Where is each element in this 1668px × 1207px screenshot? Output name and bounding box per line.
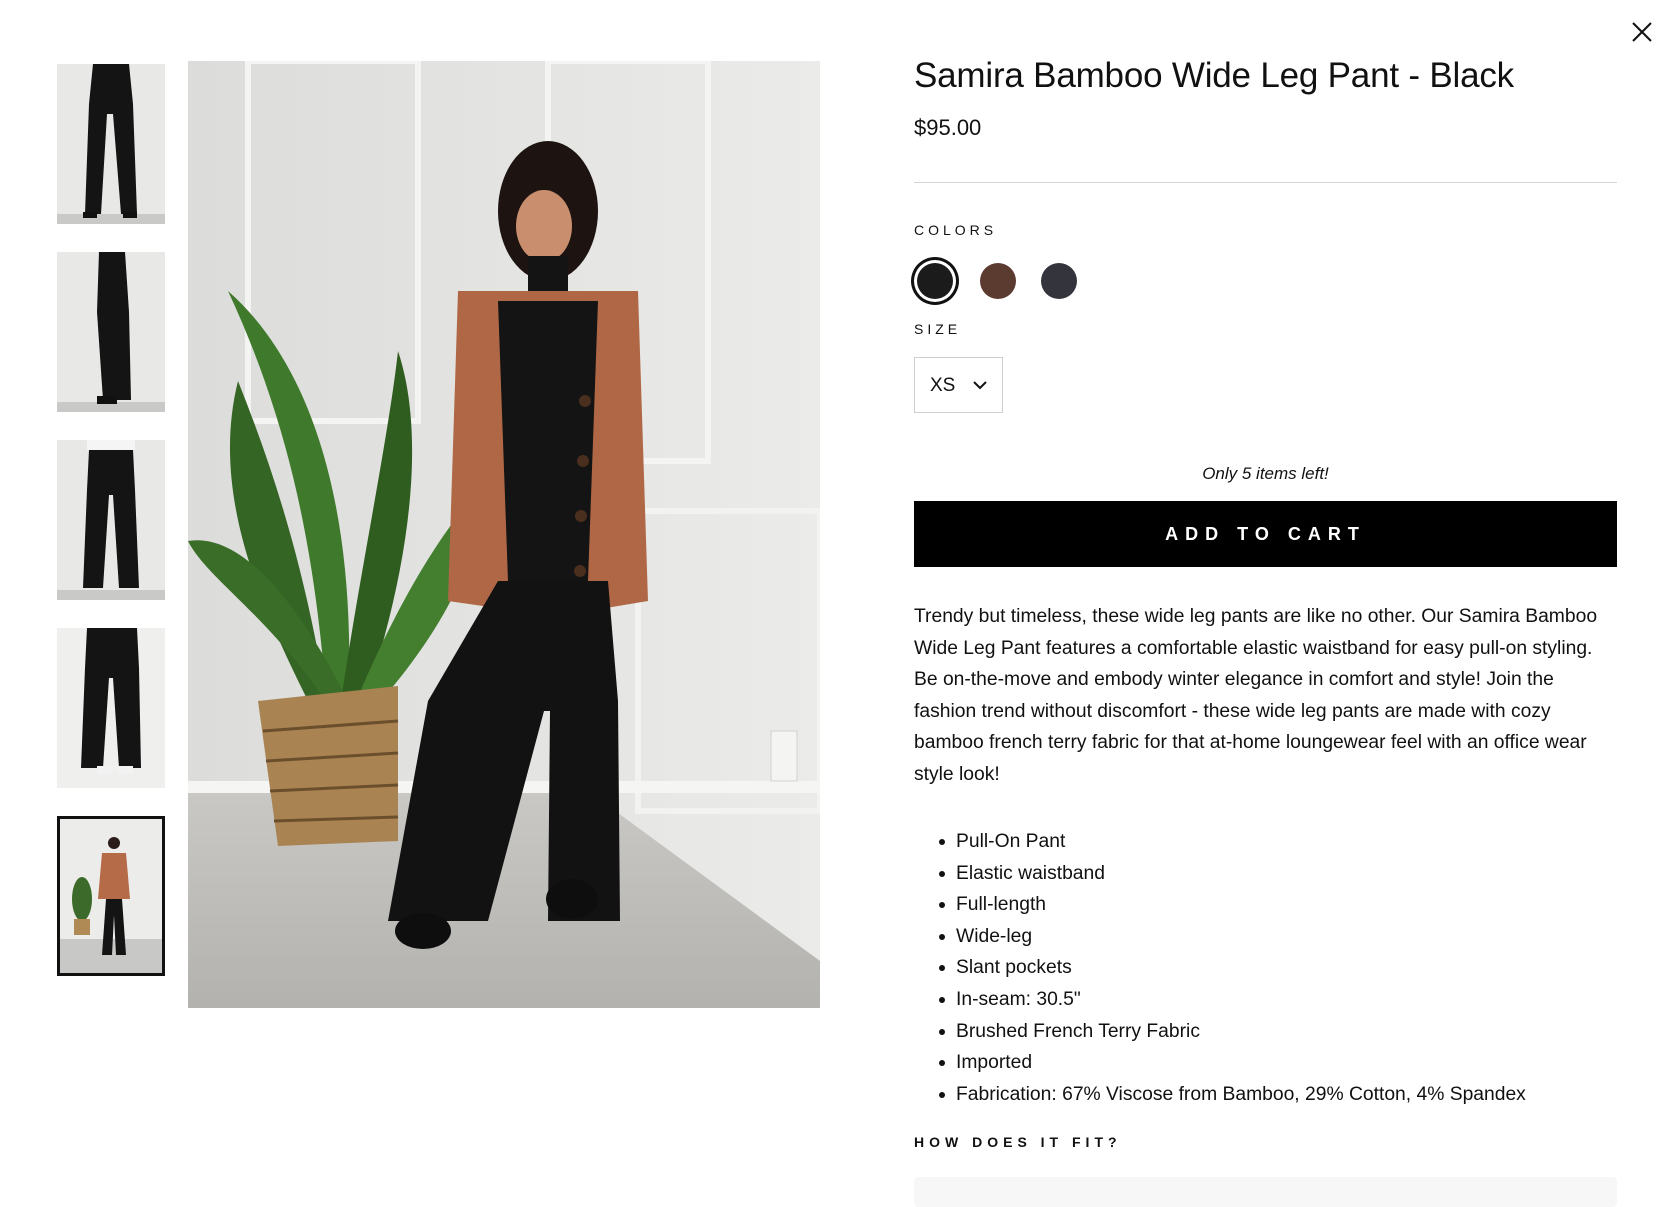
size-label: SIZE bbox=[914, 321, 962, 337]
feature-item: Brushed French Terry Fabric bbox=[914, 1016, 1617, 1048]
pants-side-image bbox=[57, 252, 165, 412]
fit-panel bbox=[914, 1177, 1617, 1207]
thumbnail-2[interactable] bbox=[57, 252, 165, 412]
feature-item: Wide-leg bbox=[914, 921, 1617, 953]
close-button[interactable] bbox=[1628, 18, 1656, 46]
stock-message: Only 5 items left! bbox=[1202, 464, 1329, 483]
colors-label: COLORS bbox=[914, 222, 998, 238]
feature-item: Pull-On Pant bbox=[914, 826, 1617, 858]
chevron-down-icon bbox=[973, 381, 987, 390]
feature-item: Fabrication: 67% Viscose from Bamboo, 29… bbox=[914, 1079, 1617, 1111]
thumbnail-3[interactable] bbox=[57, 440, 165, 600]
color-swatch-black[interactable] bbox=[917, 263, 953, 299]
size-select-value: XS bbox=[930, 375, 956, 396]
feature-item: Elastic waistband bbox=[914, 858, 1617, 890]
color-swatch-charcoal[interactable] bbox=[1041, 263, 1077, 299]
size-select[interactable]: XS bbox=[914, 357, 1003, 413]
outfit-thumbnail-image bbox=[60, 819, 162, 973]
feature-item: Slant pockets bbox=[914, 952, 1617, 984]
divider bbox=[914, 182, 1617, 183]
product-price: $95.00 bbox=[914, 115, 982, 140]
pants-back-image bbox=[57, 440, 165, 600]
color-swatch-brown[interactable] bbox=[980, 263, 1016, 299]
fit-heading[interactable]: HOW DOES IT FIT? bbox=[914, 1134, 1122, 1150]
thumbnail-1[interactable] bbox=[57, 64, 165, 224]
thumbnail-4[interactable] bbox=[57, 628, 165, 788]
pants-front-image bbox=[57, 64, 165, 224]
add-to-cart-button[interactable]: ADD TO CART bbox=[914, 501, 1617, 567]
feature-list: Pull-On Pant Elastic waistband Full-leng… bbox=[914, 826, 1617, 1110]
product-description: Trendy but timeless, these wide leg pant… bbox=[914, 606, 1598, 785]
feature-item: Full-length bbox=[914, 889, 1617, 921]
product-title: Samira Bamboo Wide Leg Pant - Black bbox=[914, 56, 1514, 95]
color-swatches bbox=[914, 257, 1214, 307]
close-icon bbox=[1632, 22, 1652, 42]
main-product-image[interactable] bbox=[188, 61, 820, 1008]
pants-pockets-image bbox=[57, 628, 165, 788]
model-photo bbox=[188, 61, 820, 1008]
thumbnail-5[interactable] bbox=[57, 816, 165, 976]
feature-item: Imported bbox=[914, 1047, 1617, 1079]
feature-item: In-seam: 30.5" bbox=[914, 984, 1617, 1016]
